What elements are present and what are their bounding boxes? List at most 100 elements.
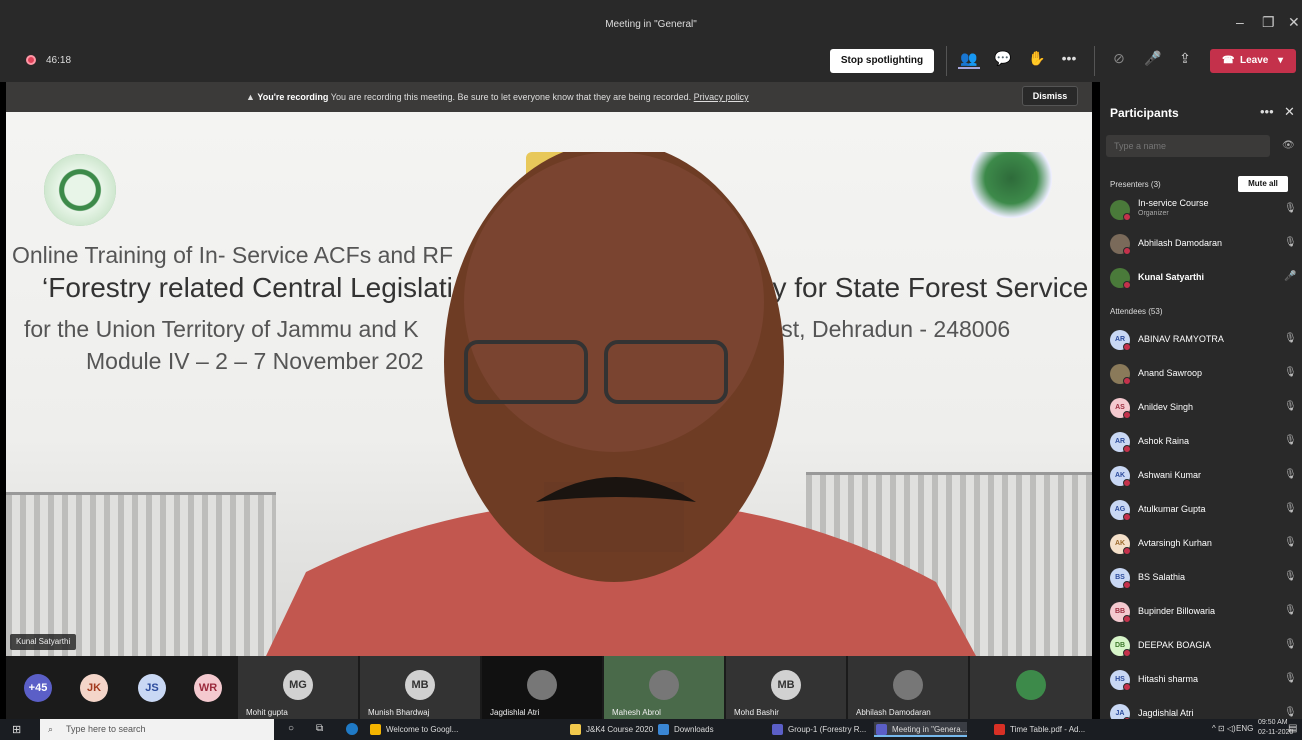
presenter-row[interactable]: In-service Course Organizer 🎙: [1110, 194, 1297, 224]
windows-taskbar: ⊞ ⌕ Type here to search ○ ⧉ Welcome to G…: [0, 719, 1302, 740]
notification-icon[interactable]: ▤: [1288, 723, 1297, 734]
mic-off-icon[interactable]: 🎙: [1284, 401, 1297, 412]
meeting-toolbar: 46:18 Stop spotlighting 👥 💬 ✋ ••• ⊘ 🎤 ⇪ …: [0, 40, 1302, 82]
mic-off-icon[interactable]: 🎙: [1284, 237, 1297, 248]
participant-tile[interactable]: MG Mohit gupta: [238, 656, 358, 719]
tile-name: Mohd Bashir: [734, 708, 779, 717]
taskbar-search-input[interactable]: ⌕ Type here to search: [40, 719, 274, 740]
app-icon: [994, 724, 1005, 735]
participant-avatar[interactable]: JK: [80, 674, 108, 702]
status-dot: [1123, 683, 1131, 691]
app-icon: [772, 724, 783, 735]
chevron-down-icon[interactable]: ▾: [1278, 49, 1283, 73]
mic-off-icon[interactable]: 🎙: [1284, 435, 1297, 446]
privacy-policy-link[interactable]: Privacy policy: [694, 92, 749, 102]
mic-off-icon[interactable]: 🎙: [1284, 707, 1297, 718]
attendee-row[interactable]: AR Ashok Raina 🎙: [1110, 426, 1297, 456]
mic-off-icon[interactable]: 🎙: [1284, 605, 1297, 616]
share-icon[interactable]: ⇪: [1174, 50, 1196, 67]
meeting-timer: 46:18: [46, 55, 72, 66]
mic-off-icon[interactable]: 🎙: [1284, 333, 1297, 344]
participant-avatar[interactable]: JS: [138, 674, 166, 702]
status-dot: [1123, 547, 1131, 555]
tray-icons[interactable]: ^ ⊡ ◁): [1212, 724, 1236, 733]
attendee-name: Avtarsingh Kurhan: [1138, 538, 1212, 548]
more-icon[interactable]: •••: [1058, 50, 1080, 66]
building-illustration-left: [6, 492, 276, 656]
cortana-icon[interactable]: ○: [288, 723, 294, 734]
status-dot: [1123, 649, 1131, 657]
attendee-name: Anand Sawroop: [1138, 368, 1203, 378]
attendee-row[interactable]: AS Anildev Singh 🎙: [1110, 392, 1297, 422]
attendee-row[interactable]: AK Avtarsingh Kurhan 🎙: [1110, 528, 1297, 558]
app-label: Welcome to Googl...: [386, 725, 459, 734]
close-window-button[interactable]: ✕: [1288, 14, 1300, 31]
participant-tile[interactable]: [970, 656, 1092, 719]
participant-search-input[interactable]: [1106, 135, 1270, 157]
restore-button[interactable]: ❐: [1262, 14, 1275, 31]
leave-button[interactable]: ☎ Leave ▾: [1210, 49, 1296, 73]
taskbar-app[interactable]: Downloads: [656, 722, 714, 737]
participant-tile[interactable]: Jagdishlal Atri: [482, 656, 602, 719]
window-titlebar: Meeting in "General" – ❐ ✕: [0, 0, 1302, 40]
mic-off-icon[interactable]: 🎙: [1284, 203, 1297, 214]
participant-tile[interactable]: Mahesh Abrol: [604, 656, 724, 719]
attendee-row[interactable]: BS BS Salathia 🎙: [1110, 562, 1297, 592]
taskbar-app[interactable]: J&K4 Course 2020: [568, 722, 653, 737]
dismiss-button[interactable]: Dismiss: [1022, 86, 1078, 106]
app-icon: [370, 724, 381, 735]
taskbar-app[interactable]: Meeting in "Genera...: [874, 722, 968, 737]
forest-logo: [970, 152, 1052, 218]
taskbar-app[interactable]: Group-1 (Forestry R...: [770, 722, 866, 737]
recording-banner: ▲ You're recording You are recording thi…: [6, 82, 1092, 112]
app-label: Group-1 (Forestry R...: [788, 725, 867, 734]
attendee-row[interactable]: AR ABINAV RAMYOTRA 🎙: [1110, 324, 1297, 354]
language-indicator[interactable]: ENG: [1236, 724, 1253, 733]
mic-off-icon[interactable]: 🎙: [1284, 537, 1297, 548]
hide-icon[interactable]: 👁: [1282, 140, 1295, 151]
taskbar-app[interactable]: Time Table.pdf - Ad...: [992, 722, 1085, 737]
presenter-row[interactable]: Abhilash Damodaran 🎙: [1110, 228, 1297, 258]
recording-icon: [26, 55, 36, 65]
attendee-name: Jagdishlal Atri: [1138, 708, 1194, 718]
mic-off-icon[interactable]: 🎤: [1142, 50, 1164, 67]
participant-strip: +45 JK JS WR MG Mohit gupta MB Munish Bhardwaj J…: [6, 656, 1092, 719]
mic-off-icon[interactable]: 🎤: [1284, 271, 1296, 282]
task-view-icon[interactable]: ⧉: [316, 723, 323, 734]
taskbar-app[interactable]: Welcome to Googl...: [368, 722, 458, 737]
participant-tile[interactable]: MB Mohd Bashir: [726, 656, 846, 719]
mic-off-icon[interactable]: 🎙: [1284, 673, 1297, 684]
tile-avatar: MB: [405, 670, 435, 700]
mic-off-icon[interactable]: 🎙: [1284, 639, 1297, 650]
windows-start-icon[interactable]: ⊞: [12, 723, 21, 736]
more-options-icon[interactable]: •••: [1260, 104, 1274, 119]
people-icon[interactable]: 👥: [958, 50, 980, 69]
attendee-row[interactable]: BB Bupinder Billowaria 🎙: [1110, 596, 1297, 626]
attendee-row[interactable]: HS Hitashi sharma 🎙: [1110, 664, 1297, 694]
stop-spotlighting-button[interactable]: Stop spotlighting: [830, 49, 934, 73]
mic-off-icon[interactable]: 🎙: [1284, 571, 1297, 582]
attendee-row[interactable]: AK Ashwani Kumar 🎙: [1110, 460, 1297, 490]
mic-off-icon[interactable]: 🎙: [1284, 469, 1297, 480]
mic-off-icon[interactable]: 🎙: [1284, 367, 1297, 378]
attendee-row[interactable]: AG Atulkumar Gupta 🎙: [1110, 494, 1297, 524]
mic-off-icon[interactable]: 🎙: [1284, 503, 1297, 514]
camera-off-icon[interactable]: ⊘: [1108, 50, 1130, 67]
attendees-label: Attendees (53): [1110, 307, 1163, 316]
mute-all-button[interactable]: Mute all: [1238, 176, 1288, 192]
status-dot: [1123, 479, 1131, 487]
attendee-row[interactable]: Anand Sawroop 🎙: [1110, 358, 1297, 388]
participant-avatar[interactable]: WR: [194, 674, 222, 702]
participant-avatar[interactable]: +45: [24, 674, 52, 702]
raise-hand-icon[interactable]: ✋: [1026, 50, 1048, 67]
close-panel-icon[interactable]: ✕: [1284, 104, 1295, 120]
attendee-row[interactable]: DB DEEPAK BOAGIA 🎙: [1110, 630, 1297, 660]
attendee-name: Ashok Raina: [1138, 436, 1190, 446]
presenter-row[interactable]: Kunal Satyarthi 🎤: [1110, 262, 1296, 292]
chat-icon[interactable]: 💬: [992, 50, 1014, 67]
participant-tile[interactable]: Abhilash Damodaran: [848, 656, 968, 719]
participant-tile[interactable]: MB Munish Bhardwaj: [360, 656, 480, 719]
minimize-button[interactable]: –: [1236, 14, 1244, 30]
edge-icon[interactable]: [346, 723, 358, 735]
clock-time[interactable]: 09:50 AM: [1258, 719, 1288, 726]
